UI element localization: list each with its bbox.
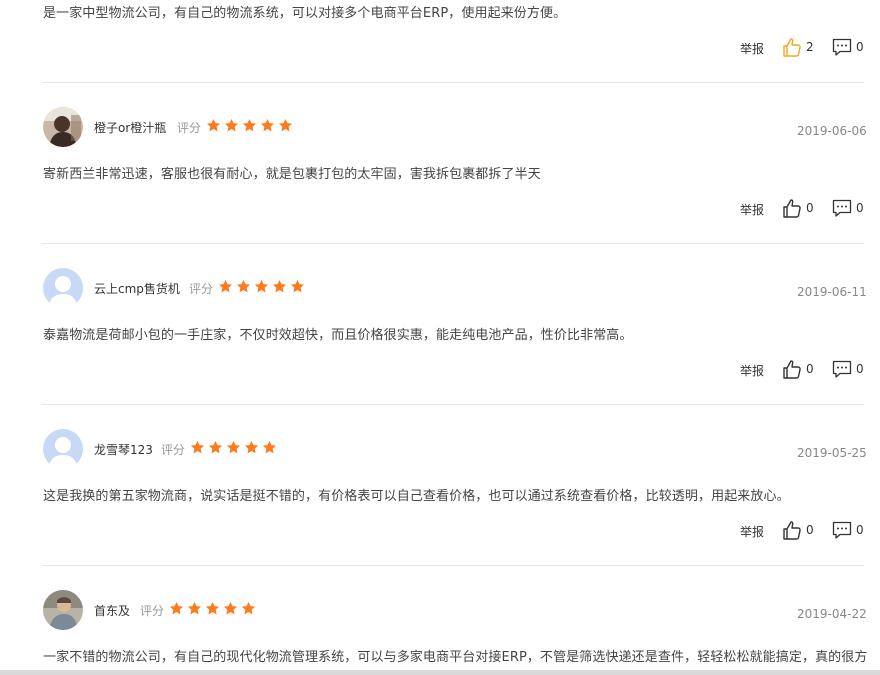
review-text: 寄新西兰非常迅速，客服也很有耐心，就是包裹打包的太牢固，害我拆包裹都拆了半天 — [43, 167, 541, 182]
like-count: 0 — [806, 201, 814, 215]
star-rating — [169, 601, 256, 617]
star-icon — [278, 118, 293, 132]
divider — [42, 404, 864, 405]
avatar[interactable] — [43, 268, 83, 308]
review-header: 橙子or橙汁瓶 评分 2019-06-06 — [0, 107, 880, 149]
rating-label: 评分 — [177, 121, 202, 135]
like-button[interactable]: 0 — [782, 198, 822, 220]
like-button[interactable]: 0 — [782, 359, 822, 381]
star-icon — [290, 279, 305, 293]
like-count: 0 — [806, 362, 814, 376]
review-header: 龙雪琴123 评分 2019-05-25 — [0, 429, 880, 471]
star-icon — [242, 118, 257, 132]
comment-button[interactable]: 0 — [832, 198, 872, 220]
avatar[interactable] — [43, 590, 83, 630]
review-actions: 举报 2 0 — [0, 37, 880, 59]
divider — [42, 82, 864, 83]
review-date: 2019-06-11 — [797, 285, 867, 299]
avatar[interactable] — [43, 107, 83, 147]
star-rating — [190, 440, 277, 456]
comment-button[interactable]: 0 — [832, 520, 872, 542]
review-actions: 举报 0 0 — [0, 359, 880, 381]
username[interactable]: 橙子or橙汁瓶 — [94, 119, 166, 136]
star-icon — [208, 440, 223, 454]
username[interactable]: 龙雪琴123 — [94, 441, 153, 458]
review-date: 2019-05-25 — [797, 446, 867, 460]
comment-button[interactable]: 0 — [832, 359, 872, 381]
comment-button[interactable]: 0 — [832, 37, 872, 59]
review-actions: 举报 0 0 — [0, 198, 880, 220]
thumbs-up-icon — [783, 360, 801, 379]
like-count: 0 — [806, 523, 814, 537]
rating-label: 评分 — [140, 604, 165, 618]
divider — [42, 243, 864, 244]
report-button[interactable]: 举报 — [740, 362, 764, 379]
comment-count: 0 — [856, 362, 864, 376]
comment-icon — [832, 360, 852, 378]
review-text: 泰嘉物流是荷邮小包的一手庄家，不仅时效超快，而且价格很实惠，能走纯电池产品，性价… — [43, 328, 633, 343]
review-text: 是一家中型物流公司，有自己的物流系统，可以对接多个电商平台ERP，使用起来份方便… — [43, 6, 567, 21]
star-icon — [206, 118, 221, 132]
username[interactable]: 云上cmp售货机 — [94, 280, 180, 297]
star-icon — [244, 440, 259, 454]
star-icon — [223, 601, 238, 615]
review-date: 2019-06-06 — [797, 124, 867, 138]
report-button[interactable]: 举报 — [740, 40, 764, 57]
thumbs-up-icon — [783, 199, 801, 218]
review-actions: 举报 0 0 — [0, 520, 880, 542]
star-icon — [262, 440, 277, 454]
review-date: 2019-04-22 — [797, 607, 867, 621]
comment-icon — [832, 521, 852, 539]
review-header: 首东及 评分 2019-04-22 — [0, 590, 880, 632]
star-icon — [218, 279, 233, 293]
star-icon — [169, 601, 184, 615]
divider — [42, 565, 864, 566]
review-header: 云上cmp售货机 评分 2019-06-11 — [0, 268, 880, 310]
rating-label: 评分 — [161, 443, 186, 457]
star-icon — [187, 601, 202, 615]
comment-count: 0 — [856, 40, 864, 54]
star-icon — [226, 440, 241, 454]
comment-icon — [832, 199, 852, 217]
star-icon — [272, 279, 287, 293]
star-icon — [241, 601, 256, 615]
star-icon — [190, 440, 205, 454]
star-icon — [236, 279, 251, 293]
star-icon — [260, 118, 275, 132]
thumbs-up-icon — [783, 38, 801, 57]
report-button[interactable]: 举报 — [740, 201, 764, 218]
comment-count: 0 — [856, 201, 864, 215]
like-button[interactable]: 0 — [782, 520, 822, 542]
horizontal-scrollbar[interactable] — [0, 670, 880, 675]
report-button[interactable]: 举报 — [740, 523, 764, 540]
star-icon — [254, 279, 269, 293]
star-rating — [218, 279, 305, 295]
review-list: 是一家中型物流公司，有自己的物流系统，可以对接多个电商平台ERP，使用起来份方便… — [0, 0, 880, 675]
comment-icon — [832, 38, 852, 56]
username[interactable]: 首东及 — [94, 602, 130, 619]
star-rating — [206, 118, 293, 134]
rating-label: 评分 — [189, 282, 214, 296]
star-icon — [205, 601, 220, 615]
review-text: 一家不错的物流公司，有自己的现代化物流管理系统，可以与多家电商平台对接ERP，不… — [43, 650, 868, 665]
thumbs-up-icon — [783, 521, 801, 540]
comment-count: 0 — [856, 523, 864, 537]
like-count: 2 — [806, 40, 814, 54]
review-text: 这是我换的第五家物流商，说实话是挺不错的，有价格表可以自己查看价格，也可以通过系… — [43, 489, 790, 504]
star-icon — [224, 118, 239, 132]
avatar[interactable] — [43, 429, 83, 469]
like-button[interactable]: 2 — [782, 37, 822, 59]
